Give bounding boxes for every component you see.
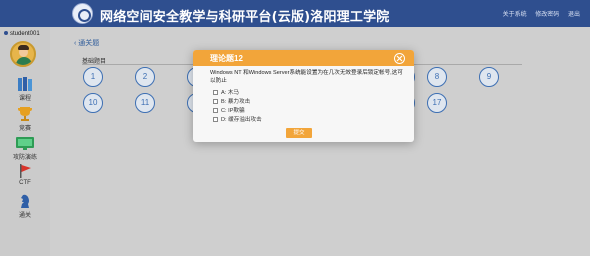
- sidebar-item-pass[interactable]: 通关: [5, 193, 45, 219]
- top-bar: 网络空间安全教学与科研平台(云版)洛阳理工学院 关于系统 修改密码 退出: [0, 0, 590, 27]
- option-checkbox[interactable]: [213, 99, 218, 105]
- option-d[interactable]: D: 缓存溢出攻击: [213, 115, 262, 123]
- user-info: student001: [4, 31, 40, 37]
- sidebar-item-course[interactable]: 课程: [5, 76, 45, 102]
- option-label: B: 暴力攻击: [221, 99, 251, 105]
- option-label: C: IP欺骗: [221, 108, 245, 114]
- back-link-label: 通关题: [78, 40, 100, 47]
- user-status-icon: [4, 31, 8, 36]
- close-icon: [396, 55, 403, 62]
- question-button-2[interactable]: 2: [135, 67, 155, 87]
- top-links: 关于系统 修改密码 退出: [496, 9, 580, 18]
- question-button-17[interactable]: 17: [427, 93, 447, 113]
- question-text: Windows NT 和Windows Server系统能设置为在几次无效登录后…: [210, 70, 403, 84]
- sidebar-item-ctf[interactable]: CTF: [5, 163, 45, 186]
- option-label: D: 缓存溢出攻击: [221, 117, 262, 123]
- submit-button[interactable]: 提交: [286, 128, 312, 138]
- school-logo-icon: [72, 3, 93, 24]
- change-password-link[interactable]: 修改密码: [535, 12, 559, 18]
- sidebar-item-label: CTF: [19, 180, 31, 186]
- question-button-8[interactable]: 8: [427, 67, 447, 87]
- question-modal: 理论题12 Windows NT 和Windows Server系统能设置为在几…: [193, 50, 414, 142]
- question-button-10[interactable]: 10: [83, 93, 103, 113]
- site-title: 网络空间安全教学与科研平台(云版)洛阳理工学院: [100, 10, 390, 25]
- back-link[interactable]: ‹ 通关题: [74, 38, 99, 48]
- sidebar-item-label: 课程: [18, 96, 31, 102]
- question-button-11[interactable]: 11: [135, 93, 155, 113]
- option-label: A: 木马: [221, 90, 240, 96]
- modal-title: 理论题12: [210, 54, 243, 63]
- sidebar-item-competition[interactable]: 竞赛: [5, 106, 45, 132]
- about-system-link[interactable]: 关于系统: [503, 12, 527, 18]
- option-b[interactable]: B: 暴力攻击: [213, 97, 250, 105]
- sidebar-item-attack-defense[interactable]: 攻防演练: [5, 135, 45, 161]
- avatar[interactable]: [10, 41, 36, 67]
- sidebar-item-label: 通关: [18, 213, 31, 219]
- question-button-9[interactable]: 9: [479, 67, 499, 87]
- option-c[interactable]: C: IP欺骗: [213, 106, 245, 114]
- ctf-flag-icon: [20, 164, 31, 178]
- modal-header: 理论题12: [193, 50, 414, 66]
- question-button-1[interactable]: 1: [83, 67, 103, 87]
- sidebar-item-label: 竞赛: [18, 126, 31, 132]
- option-checkbox[interactable]: [213, 108, 218, 114]
- sidebar-item-label: 攻防演练: [12, 155, 37, 161]
- sidebar: student001 课程 竞赛 攻防演练 CTF 通关: [0, 27, 50, 256]
- attack-defense-icon: [16, 137, 34, 150]
- option-checkbox[interactable]: [213, 90, 218, 96]
- option-checkbox[interactable]: [213, 117, 218, 123]
- logout-link[interactable]: 退出: [568, 12, 580, 18]
- trophy-icon: [18, 107, 32, 121]
- knight-icon: [21, 194, 29, 208]
- option-a[interactable]: A: 木马: [213, 88, 239, 96]
- books-icon: [18, 77, 32, 91]
- close-button[interactable]: [394, 53, 405, 64]
- username: student001: [10, 31, 40, 37]
